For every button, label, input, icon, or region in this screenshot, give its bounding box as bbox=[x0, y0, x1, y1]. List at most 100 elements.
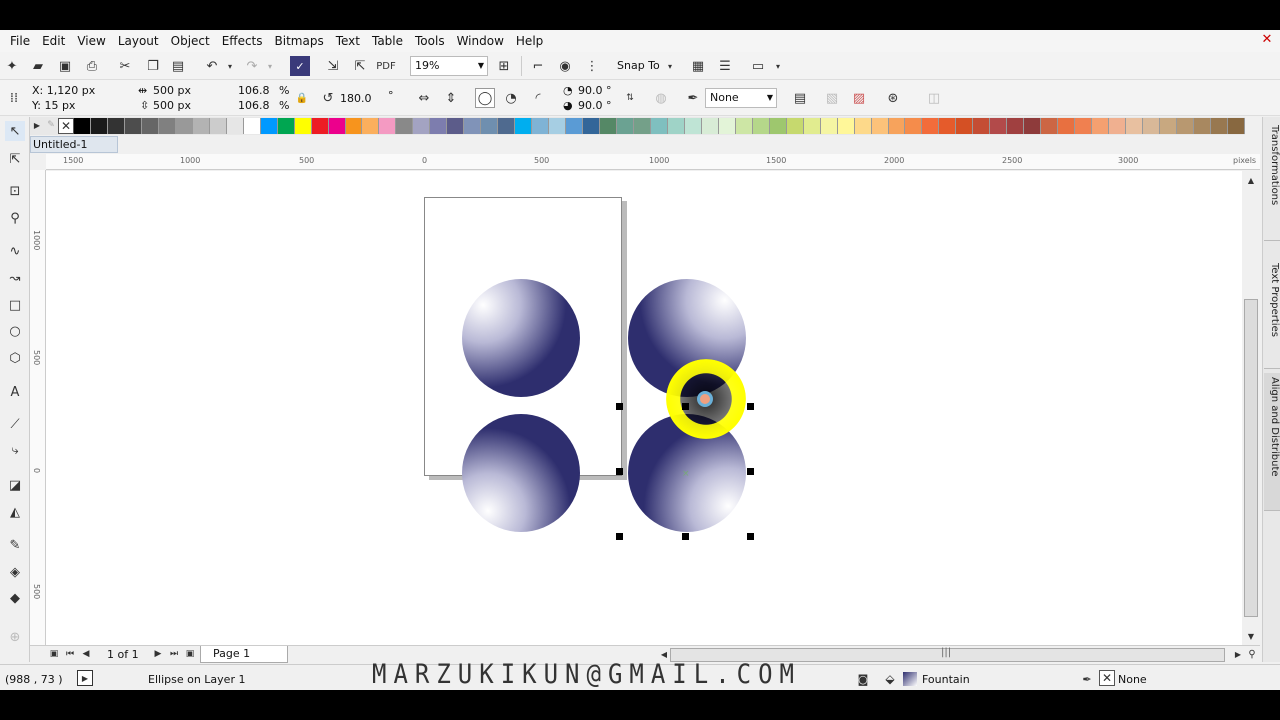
transparency-tool-icon[interactable]: ◭ bbox=[5, 502, 25, 522]
zoom-tool-icon[interactable]: ⚲ bbox=[5, 208, 25, 228]
color-swatch[interactable] bbox=[311, 118, 329, 134]
drop-shadow-tool-icon[interactable]: ◪ bbox=[5, 475, 25, 495]
menu-edit[interactable]: Edit bbox=[36, 30, 71, 52]
color-swatch[interactable] bbox=[1041, 118, 1059, 134]
color-swatch[interactable] bbox=[990, 118, 1008, 134]
options-icon[interactable]: ▦ bbox=[688, 56, 708, 76]
text-tool-icon[interactable]: A bbox=[5, 382, 25, 402]
shape-tool-icon[interactable]: ⇱ bbox=[5, 149, 25, 169]
start-angle[interactable]: 90.0 ° bbox=[578, 84, 612, 98]
interactive-fill-tool-icon[interactable]: ◈ bbox=[5, 562, 25, 582]
selection-handle[interactable] bbox=[682, 403, 689, 410]
color-swatch[interactable] bbox=[192, 118, 210, 134]
color-swatch[interactable] bbox=[650, 118, 668, 134]
color-swatch[interactable] bbox=[1092, 118, 1110, 134]
color-swatch[interactable] bbox=[277, 118, 295, 134]
mirror-vertical-icon[interactable]: ⇕ bbox=[441, 88, 461, 108]
color-swatch[interactable] bbox=[735, 118, 753, 134]
add-tool-icon[interactable]: ⊕ bbox=[5, 627, 25, 647]
color-swatch[interactable] bbox=[1024, 118, 1042, 134]
color-swatch[interactable] bbox=[90, 118, 108, 134]
parallel-dimension-tool-icon[interactable]: ⟋ bbox=[5, 414, 25, 434]
snap-to-label[interactable]: Snap To bbox=[617, 59, 660, 73]
close-document-icon[interactable]: ✕ bbox=[1260, 33, 1274, 47]
show-grid-icon[interactable]: ◉ bbox=[555, 56, 575, 76]
arc-shape-icon[interactable]: ◜ bbox=[528, 88, 548, 108]
new-document-icon[interactable]: ✦ bbox=[2, 56, 22, 76]
vertical-scroll-thumb[interactable] bbox=[1244, 299, 1258, 617]
gradient-sphere[interactable] bbox=[462, 414, 580, 532]
color-swatch[interactable] bbox=[1143, 118, 1160, 134]
color-swatch[interactable] bbox=[362, 118, 380, 134]
zoom-navigator-icon[interactable]: ⚲ bbox=[1242, 646, 1262, 662]
color-swatch[interactable] bbox=[328, 118, 346, 134]
launcher-dropdown-icon[interactable]: ▾ bbox=[768, 56, 788, 76]
rectangle-tool-icon[interactable]: □ bbox=[5, 295, 25, 315]
previous-page-icon[interactable]: ◀ bbox=[76, 646, 96, 662]
color-swatch[interactable] bbox=[1007, 118, 1025, 134]
color-swatch[interactable] bbox=[1109, 118, 1127, 134]
to-front-icon[interactable]: ▤ bbox=[790, 88, 810, 108]
menu-text[interactable]: Text bbox=[330, 30, 366, 52]
import-icon[interactable]: ⇲ bbox=[323, 56, 343, 76]
color-swatch[interactable] bbox=[396, 118, 414, 134]
y-position[interactable]: Y: 15 px bbox=[32, 99, 75, 113]
color-swatch[interactable] bbox=[752, 118, 770, 134]
rotation-angle[interactable]: 180.0 bbox=[340, 92, 372, 106]
color-swatch[interactable] bbox=[209, 118, 227, 134]
no-color-swatch-icon[interactable]: ✕ bbox=[58, 118, 74, 134]
color-swatch[interactable] bbox=[939, 118, 957, 134]
selection-handle[interactable] bbox=[747, 403, 754, 410]
color-swatch[interactable] bbox=[158, 118, 176, 134]
save-icon[interactable]: ▣ bbox=[55, 56, 75, 76]
welcome-screen-icon[interactable]: ▭ bbox=[748, 56, 768, 76]
copy-icon[interactable]: ❐ bbox=[143, 56, 163, 76]
lock-ratio-icon[interactable]: 🔒 bbox=[292, 88, 312, 108]
color-swatch[interactable] bbox=[667, 118, 685, 134]
scale-height[interactable]: 106.8 bbox=[238, 99, 270, 113]
color-swatch[interactable] bbox=[107, 118, 125, 134]
connector-tool-icon[interactable]: ⤷ bbox=[5, 440, 25, 460]
color-swatch[interactable] bbox=[447, 118, 465, 134]
color-swatch[interactable] bbox=[1210, 118, 1228, 134]
pie-shape-icon[interactable]: ◔ bbox=[501, 88, 521, 108]
color-swatch[interactable] bbox=[1075, 118, 1093, 134]
color-swatch[interactable] bbox=[617, 118, 634, 134]
color-swatch[interactable] bbox=[684, 118, 702, 134]
color-swatch[interactable] bbox=[260, 118, 278, 134]
color-swatch[interactable] bbox=[243, 118, 261, 134]
color-swatch[interactable] bbox=[922, 118, 940, 134]
export-icon[interactable]: ⇱ bbox=[350, 56, 370, 76]
horizontal-ruler[interactable]: 1500 1000 500 0 500 1000 1500 2000 2500 … bbox=[46, 154, 1260, 170]
fill-swatch[interactable] bbox=[903, 672, 917, 686]
end-angle[interactable]: 90.0 ° bbox=[578, 99, 612, 113]
menu-object[interactable]: Object bbox=[165, 30, 216, 52]
color-swatch[interactable] bbox=[532, 118, 550, 134]
pick-tool-icon[interactable]: ↖ bbox=[5, 121, 25, 141]
show-guidelines-icon[interactable]: ⋮ bbox=[582, 56, 602, 76]
color-swatch[interactable] bbox=[430, 118, 448, 134]
color-swatch[interactable] bbox=[345, 118, 363, 134]
color-swatch[interactable] bbox=[515, 118, 533, 134]
fill-center-node-icon[interactable] bbox=[697, 391, 713, 407]
palette-scroll-icon[interactable]: ▶ bbox=[30, 117, 44, 133]
smart-fill-tool-icon[interactable]: ◆ bbox=[5, 588, 25, 608]
vertical-ruler[interactable]: 1000 500 0 500 bbox=[30, 170, 46, 646]
color-swatch[interactable] bbox=[973, 118, 991, 134]
color-swatch[interactable] bbox=[1126, 118, 1144, 134]
object-origin-icon[interactable]: ⁞⁞ bbox=[4, 88, 24, 108]
object-width[interactable]: 500 px bbox=[153, 84, 191, 98]
x-position[interactable]: X: 1,120 px bbox=[32, 84, 95, 98]
color-swatch[interactable] bbox=[141, 118, 159, 134]
mirror-horizontal-icon[interactable]: ⇔ bbox=[414, 88, 434, 108]
fill-bucket-icon[interactable]: ⬙ bbox=[880, 669, 900, 689]
color-swatch[interactable] bbox=[854, 118, 872, 134]
color-swatch[interactable] bbox=[1058, 118, 1076, 134]
color-swatch[interactable] bbox=[1160, 118, 1177, 134]
color-swatch[interactable] bbox=[379, 118, 397, 134]
convert-to-curves-icon[interactable]: ▨ bbox=[849, 88, 869, 108]
color-swatch[interactable] bbox=[481, 118, 499, 134]
undo-dropdown-icon[interactable]: ▾ bbox=[220, 56, 240, 76]
color-swatch[interactable] bbox=[769, 118, 787, 134]
zoom-level-combo[interactable]: 19% ▼ bbox=[410, 56, 488, 76]
